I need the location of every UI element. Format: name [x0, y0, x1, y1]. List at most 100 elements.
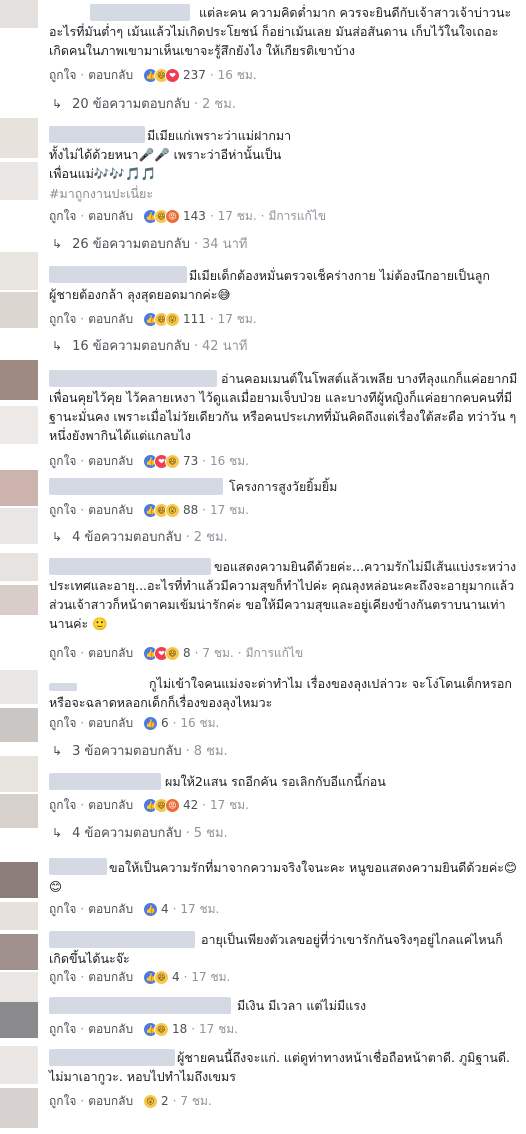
comment-time[interactable]: 16 ชม.: [180, 716, 219, 730]
reaction-icons[interactable]: 👍: [142, 902, 158, 917]
reaction-count[interactable]: 88: [183, 503, 198, 517]
reaction-icons[interactable]: 👍 😆 😮: [142, 312, 180, 327]
reaction-icons[interactable]: 👍 😆 😡: [142, 798, 180, 813]
hashtag-link[interactable]: #มาถูกงานปะเนี่ยะ: [49, 184, 519, 203]
comment-time[interactable]: 17 ชม.: [218, 209, 257, 223]
view-replies-link[interactable]: ↳ 4 ข้อความตอบกลับ · 2 ชม.: [52, 528, 228, 546]
view-replies-link[interactable]: ↳ 3 ข้อความตอบกลับ · 8 ชม.: [52, 742, 228, 760]
avatar[interactable]: [0, 118, 38, 158]
reply-button[interactable]: ตอบกลับ: [88, 503, 133, 517]
reply-button[interactable]: ตอบกลับ: [88, 209, 133, 223]
edited-label[interactable]: มีการแก้ไข: [246, 646, 304, 660]
reaction-icons[interactable]: 👍: [142, 716, 158, 731]
reply-button[interactable]: ตอบกลับ: [88, 970, 133, 984]
reply-button[interactable]: ตอบกลับ: [88, 716, 133, 730]
replies-count[interactable]: 16 ข้อความตอบกลับ: [72, 339, 190, 354]
view-replies-link[interactable]: ↳ 4 ข้อความตอบกลับ · 5 ชม.: [52, 824, 228, 842]
comment-time[interactable]: 16 ชม.: [210, 454, 249, 468]
like-button[interactable]: ถูกใจ: [49, 1094, 76, 1108]
reaction-icons[interactable]: 👍 ❤ 😆: [142, 646, 180, 661]
reply-button[interactable]: ตอบกลับ: [88, 1094, 133, 1108]
reply-arrow-icon: ↳: [52, 97, 63, 111]
replies-count[interactable]: 26 ข้อความตอบกลับ: [72, 237, 190, 252]
reply-button[interactable]: ตอบกลับ: [88, 902, 133, 916]
view-replies-link[interactable]: ↳ 26 ข้อความตอบกลับ · 34 นาที: [52, 235, 247, 253]
avatar[interactable]: [0, 470, 38, 506]
edited-label[interactable]: มีการแก้ไข: [268, 209, 326, 223]
comment-time[interactable]: 17 ชม.: [210, 503, 249, 517]
like-button[interactable]: ถูกใจ: [49, 798, 76, 812]
comment-time[interactable]: 17 ชม.: [218, 312, 257, 326]
replies-count[interactable]: 20 ข้อความตอบกลับ: [72, 97, 190, 112]
replies-time: 34 นาที: [202, 237, 248, 252]
reaction-count[interactable]: 111: [183, 312, 206, 326]
replies-count[interactable]: 4 ข้อความตอบกลับ: [72, 530, 182, 545]
view-replies-link[interactable]: ↳ 16 ข้อความตอบกลับ · 42 นาที: [52, 337, 247, 355]
comment-actions: ถูกใจ · ตอบกลับ 😮 2 · 7 ชม.: [49, 1094, 212, 1109]
like-button[interactable]: ถูกใจ: [49, 902, 76, 916]
reaction-count[interactable]: 237: [183, 68, 206, 82]
like-button[interactable]: ถูกใจ: [49, 1022, 76, 1036]
like-button[interactable]: ถูกใจ: [49, 646, 76, 660]
reaction-count[interactable]: 143: [183, 209, 206, 223]
like-button[interactable]: ถูกใจ: [49, 970, 76, 984]
view-replies-link[interactable]: ↳ 20 ข้อความตอบกลับ · 2 ชม.: [52, 95, 236, 113]
like-button[interactable]: ถูกใจ: [49, 312, 76, 326]
reply-button[interactable]: ตอบกลับ: [88, 798, 133, 812]
like-button[interactable]: ถูกใจ: [49, 716, 76, 730]
replies-count[interactable]: 4 ข้อความตอบกลับ: [72, 826, 182, 841]
reaction-icons[interactable]: 😮: [142, 1094, 158, 1109]
avatar[interactable]: [0, 934, 38, 970]
like-button[interactable]: ถูกใจ: [49, 454, 76, 468]
like-button[interactable]: ถูกใจ: [49, 503, 76, 517]
comment-time[interactable]: 17 ชม.: [210, 798, 249, 812]
replies-time: 8 ชม.: [193, 744, 228, 759]
comment-time[interactable]: 7 ชม.: [202, 646, 233, 660]
comment-time[interactable]: 16 ชม.: [218, 68, 257, 82]
wow-reaction-icon: 😮: [164, 312, 180, 327]
avatar[interactable]: [0, 1002, 38, 1038]
reaction-icons[interactable]: 👍 😆 😡: [142, 209, 180, 224]
reaction-count[interactable]: 18: [172, 1022, 187, 1036]
like-button[interactable]: ถูกใจ: [49, 209, 76, 223]
comment-actions: ถูกใจ · ตอบกลับ 👍 😆 😡 42 · 17 ชม.: [49, 798, 249, 813]
reaction-count[interactable]: 8: [183, 646, 191, 660]
reaction-count[interactable]: 73: [183, 454, 198, 468]
reply-button[interactable]: ตอบกลับ: [88, 1022, 133, 1036]
comment-time[interactable]: 7 ชม.: [180, 1094, 211, 1108]
reaction-icons[interactable]: 👍 😆: [142, 1022, 169, 1037]
angry-reaction-icon: 😡: [164, 798, 180, 813]
comment-time[interactable]: 17 ชม.: [199, 1022, 238, 1036]
reaction-count[interactable]: 6: [161, 716, 169, 730]
comment-text: กูไม่เข้าใจคนแม่งจะด่าทำไม เรื่องของลุงเ…: [49, 676, 512, 710]
avatar[interactable]: [0, 756, 38, 792]
avatar[interactable]: [0, 862, 38, 898]
avatar[interactable]: [0, 553, 38, 581]
avatar: [0, 972, 38, 1002]
comment-time[interactable]: 17 ชม.: [191, 970, 230, 984]
reaction-icons[interactable]: 👍 😆: [142, 970, 169, 985]
reply-button[interactable]: ตอบกลับ: [88, 68, 133, 82]
reply-button[interactable]: ตอบกลับ: [88, 454, 133, 468]
like-button[interactable]: ถูกใจ: [49, 68, 76, 82]
avatar[interactable]: [0, 252, 38, 290]
reply-button[interactable]: ตอบกลับ: [88, 646, 133, 660]
comment-time[interactable]: 17 ชม.: [180, 902, 219, 916]
reaction-count[interactable]: 2: [161, 1094, 169, 1108]
reaction-count[interactable]: 4: [172, 970, 180, 984]
reaction-icons[interactable]: 👍 😆 ❤: [142, 68, 180, 83]
avatar[interactable]: [0, 670, 38, 704]
reply-button[interactable]: ตอบกลับ: [88, 312, 133, 326]
reply-arrow-icon: ↳: [52, 339, 63, 353]
reaction-icons[interactable]: 👍 😆 😮: [142, 503, 180, 518]
avatar[interactable]: [0, 360, 38, 400]
reply-arrow-icon: ↳: [52, 237, 63, 251]
avatar: [0, 708, 38, 742]
avatar[interactable]: [0, 0, 38, 28]
reaction-icons[interactable]: 👍 ❤ 😆: [142, 454, 180, 469]
avatar[interactable]: [0, 1046, 38, 1084]
reaction-count[interactable]: 4: [161, 902, 169, 916]
reaction-count[interactable]: 42: [183, 798, 198, 812]
haha-reaction-icon: 😆: [164, 646, 180, 661]
replies-count[interactable]: 3 ข้อความตอบกลับ: [72, 744, 182, 759]
